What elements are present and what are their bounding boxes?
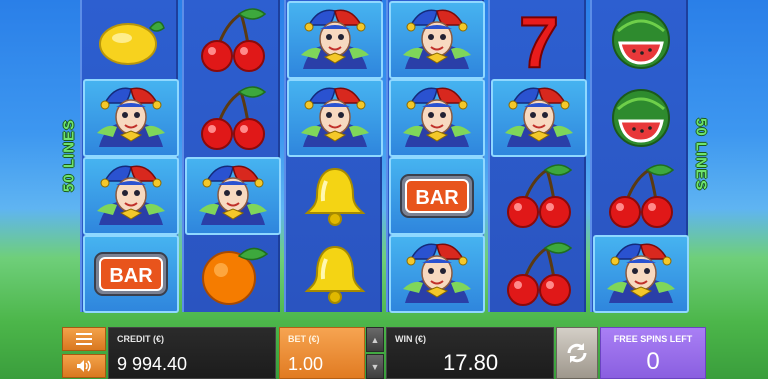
cherry-icon — [201, 86, 267, 150]
bet-decrease-button[interactable]: ▼ — [366, 354, 384, 379]
joker-icon — [199, 165, 267, 225]
credit-label: CREDIT (€) — [117, 334, 164, 344]
speaker-icon — [77, 360, 91, 372]
symbol-cherry — [491, 235, 587, 313]
spin-button[interactable] — [556, 327, 598, 379]
symbol-bell — [287, 157, 383, 235]
cherry-icon — [507, 164, 573, 228]
symbol-cherry — [593, 157, 689, 235]
symbol-cherry — [185, 79, 281, 157]
win-value: 17.80 — [443, 350, 499, 375]
symbol-watermelon — [593, 1, 689, 79]
joker-icon — [301, 87, 369, 147]
joker-icon — [301, 9, 369, 69]
bar-icon: BAR — [94, 252, 168, 296]
symbol-joker — [389, 79, 485, 157]
watermelon-icon — [612, 89, 670, 147]
free-spins-value: 0 — [646, 348, 660, 375]
symbol-joker — [593, 235, 689, 313]
menu-button[interactable] — [62, 327, 106, 351]
reel-2 — [182, 0, 281, 313]
joker-icon — [97, 165, 165, 225]
chevron-up-icon: ▲ — [370, 334, 380, 345]
free-spins-display: FREE SPINS LEFT 0 — [600, 327, 706, 379]
side-buttons — [62, 327, 106, 379]
svg-text:BAR: BAR — [109, 265, 153, 287]
symbol-cherry — [185, 1, 281, 79]
lemon-icon — [99, 21, 165, 65]
bell-icon — [304, 245, 366, 304]
symbol-joker — [389, 1, 485, 79]
orange-icon — [202, 247, 269, 305]
reel-5: 7 — [488, 0, 587, 313]
bet-increase-button[interactable]: ▲ — [366, 327, 384, 352]
symbol-watermelon — [593, 79, 689, 157]
bell-icon — [304, 167, 366, 226]
symbol-seven: 7 — [491, 1, 587, 79]
symbol-cherry — [491, 157, 587, 235]
symbol-joker — [287, 79, 383, 157]
bet-display[interactable]: BET (€) 1.00 — [279, 327, 365, 379]
chevron-down-icon: ▼ — [370, 361, 380, 372]
symbol-joker — [389, 235, 485, 313]
symbol-joker — [83, 157, 179, 235]
symbol-bell — [287, 235, 383, 313]
bet-value: 1.00 — [288, 354, 324, 374]
bar-icon: BAR — [400, 174, 474, 218]
bet-label: BET (€) — [288, 334, 320, 344]
symbol-bar: BAR — [83, 235, 179, 313]
joker-icon — [403, 243, 471, 303]
watermelon-icon — [612, 11, 670, 69]
win-label: WIN (€) — [395, 334, 426, 344]
svg-text:BAR: BAR — [415, 187, 459, 209]
reel-4: BAR — [386, 0, 485, 313]
symbol-bar: BAR — [389, 157, 485, 235]
symbol-joker — [491, 79, 587, 157]
bet-stepper: ▲ ▼ — [366, 327, 384, 379]
cherry-icon — [609, 164, 675, 228]
win-display: WIN (€) 17.80 — [386, 327, 554, 379]
cherry-icon — [201, 8, 267, 72]
sound-button[interactable] — [62, 354, 106, 378]
joker-icon — [505, 87, 573, 147]
symbol-joker — [287, 1, 383, 79]
symbol-joker — [83, 79, 179, 157]
symbol-lemon — [83, 1, 179, 79]
svg-text:7: 7 — [519, 7, 559, 73]
free-spins-label: FREE SPINS LEFT — [613, 334, 693, 344]
joker-icon — [97, 87, 165, 147]
credit-value: 9 994.40 — [117, 354, 188, 374]
reel-grid: BAR BAR 7 — [80, 0, 689, 314]
joker-icon — [403, 9, 471, 69]
seven-icon: 7 — [518, 7, 560, 73]
reel-1: BAR — [80, 0, 179, 313]
symbol-orange — [185, 235, 281, 313]
joker-icon — [607, 243, 675, 303]
cherry-icon — [507, 242, 573, 306]
refresh-icon — [567, 343, 587, 363]
reel-3 — [284, 0, 383, 313]
side-lines-right: 50 LINES — [692, 118, 710, 192]
side-lines-left: 50 LINES — [60, 118, 78, 192]
hamburger-icon — [76, 333, 92, 345]
reel-6 — [590, 0, 689, 313]
credit-display: CREDIT (€) 9 994.40 — [108, 327, 276, 379]
joker-icon — [403, 87, 471, 147]
symbol-joker — [185, 157, 281, 235]
